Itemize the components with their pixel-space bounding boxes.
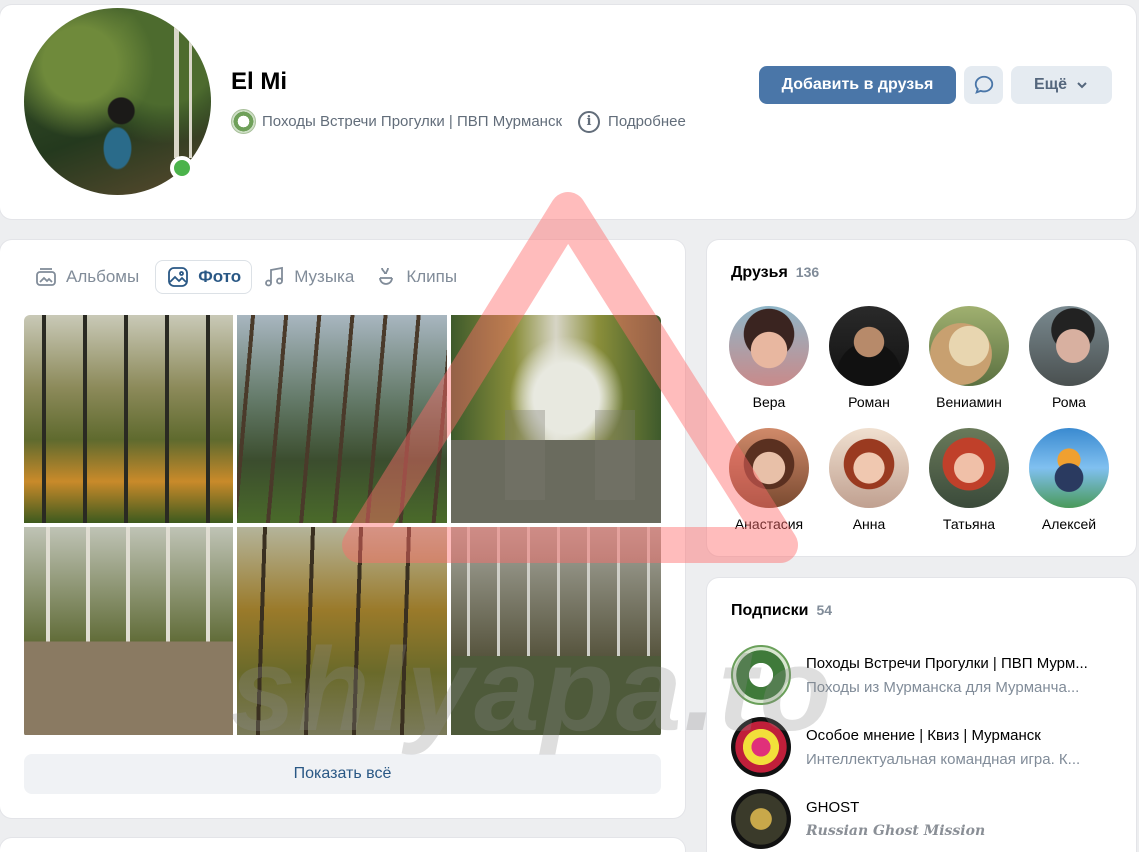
community-logo-icon[interactable] — [731, 789, 791, 849]
avatar[interactable] — [829, 428, 909, 508]
friend-name[interactable]: Вениамин — [936, 394, 1002, 410]
community-logo-icon[interactable] — [731, 645, 791, 705]
friends-heading: Друзья — [731, 264, 788, 281]
photo-thumbnail[interactable] — [24, 527, 233, 735]
subscription-item[interactable]: Особое мнение | Квиз | Мурманск Интеллек… — [731, 717, 1112, 777]
friend-item[interactable]: Рома — [1019, 306, 1119, 410]
friend-item[interactable]: Вениамин — [919, 306, 1019, 410]
friend-item[interactable]: Анна — [819, 428, 919, 532]
profile-meta: Походы Встречи Прогулки | ПВП Мурманск i… — [231, 109, 686, 134]
more-button[interactable]: Ещё — [1011, 66, 1112, 104]
tab-label: Альбомы — [66, 267, 140, 286]
friend-item[interactable]: Анастасия — [719, 428, 819, 532]
friend-item[interactable]: Вера — [719, 306, 819, 410]
message-button[interactable] — [964, 66, 1003, 104]
subscription-item[interactable]: GHOST Russian Ghost Mission — [731, 789, 1112, 849]
subscriptions-title[interactable]: Подписки 54 — [731, 602, 832, 620]
photo-thumbnail[interactable] — [451, 527, 661, 735]
avatar[interactable] — [1029, 306, 1109, 386]
chat-bubble-icon — [974, 75, 993, 94]
friend-item[interactable]: Татьяна — [919, 428, 1019, 532]
photo-icon — [168, 267, 189, 287]
subscription-name[interactable]: Особое мнение | Квиз | Мурманск — [806, 727, 1112, 744]
friend-name[interactable]: Анастасия — [735, 516, 803, 532]
subscriptions-heading: Подписки — [731, 602, 809, 619]
tab-albums[interactable]: Альбомы — [30, 260, 149, 294]
friend-name[interactable]: Татьяна — [943, 516, 995, 532]
community-link[interactable]: Походы Встречи Прогулки | ПВП Мурманск — [262, 113, 562, 130]
music-icon — [265, 266, 284, 287]
friends-count: 136 — [795, 264, 820, 280]
friend-name[interactable]: Вера — [753, 394, 786, 410]
clips-icon — [379, 267, 394, 285]
profile-header: El Mi Походы Встречи Прогулки | ПВП Мурм… — [0, 5, 1136, 219]
subscription-item[interactable]: Походы Встречи Прогулки | ПВП Мурм... По… — [731, 645, 1112, 705]
online-indicator — [170, 156, 194, 180]
add-friend-button[interactable]: Добавить в друзья — [759, 66, 956, 104]
avatar[interactable] — [829, 306, 909, 386]
details-link[interactable]: Подробнее — [608, 113, 686, 130]
info-icon[interactable]: i — [578, 110, 601, 133]
photo-thumbnail[interactable] — [237, 527, 447, 735]
next-section-card — [0, 838, 685, 852]
subscription-desc: Походы из Мурманска для Мурманча... — [806, 678, 1080, 696]
tab-music[interactable]: Музыка — [258, 260, 364, 294]
subscriptions-count: 54 — [816, 602, 833, 618]
subscription-name[interactable]: GHOST — [806, 799, 1112, 816]
media-tabs: Альбомы Фото Музыка Клипы — [30, 260, 467, 294]
friends-section: Друзья 136 Вера Роман Вениамин Рома Анас… — [707, 240, 1136, 556]
photo-thumbnail[interactable] — [451, 315, 661, 523]
avatar[interactable] — [1029, 428, 1109, 508]
more-label: Ещё — [1033, 76, 1068, 93]
subscriptions-section: Подписки 54 Походы Встречи Прогулки | ПВ… — [707, 578, 1136, 852]
photo-thumbnail[interactable] — [237, 315, 447, 523]
friends-grid: Вера Роман Вениамин Рома Анастасия Анна … — [719, 306, 1119, 532]
photo-thumbnail[interactable] — [24, 315, 233, 523]
friend-item[interactable]: Алексей — [1019, 428, 1119, 532]
subscription-desc: Интеллектуальная командная игра. К... — [806, 750, 1081, 768]
albums-icon — [36, 268, 56, 286]
avatar[interactable] — [929, 306, 1009, 386]
tab-label: Фото — [198, 267, 242, 286]
tab-label: Музыка — [294, 267, 355, 286]
show-all-photos-button[interactable]: Показать всё — [24, 754, 661, 794]
friend-name[interactable]: Рома — [1052, 394, 1086, 410]
friend-name[interactable]: Алексей — [1042, 516, 1096, 532]
avatar[interactable] — [729, 428, 809, 508]
subscription-name[interactable]: Походы Встречи Прогулки | ПВП Мурм... — [806, 655, 1112, 672]
friend-name[interactable]: Анна — [853, 516, 886, 532]
photo-grid — [24, 315, 661, 738]
community-logo-icon[interactable] — [731, 717, 791, 777]
avatar[interactable] — [929, 428, 1009, 508]
tab-photo[interactable]: Фото — [155, 260, 253, 294]
friend-name[interactable]: Роман — [848, 394, 890, 410]
friend-item[interactable]: Роман — [819, 306, 919, 410]
profile-name: El Mi — [231, 68, 288, 95]
chevron-down-icon — [1077, 82, 1087, 89]
tab-label: Клипы — [406, 267, 458, 286]
avatar[interactable] — [729, 306, 809, 386]
community-logo-icon — [231, 109, 256, 134]
friends-title[interactable]: Друзья 136 — [731, 264, 819, 282]
tab-clips[interactable]: Клипы — [370, 260, 467, 294]
photos-section: Альбомы Фото Музыка Клипы Показать всё — [0, 240, 685, 818]
subscription-desc: Russian Ghost Mission — [806, 823, 986, 839]
